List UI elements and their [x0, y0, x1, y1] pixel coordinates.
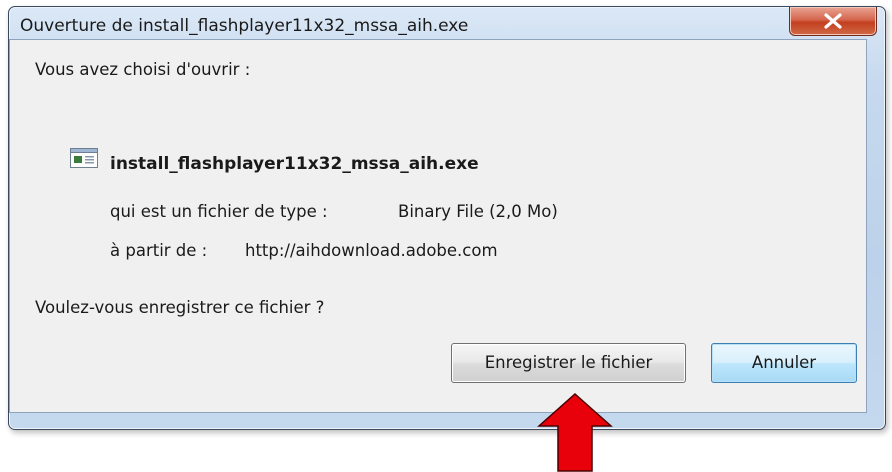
file-type-value: Binary File (2,0 Mo) [398, 202, 558, 221]
screenshot-canvas: Ouverture de install_flashplayer11x32_ms… [0, 0, 892, 472]
cancel-button[interactable]: Annuler [711, 343, 857, 383]
file-type-label: qui est un fichier de type : [110, 202, 328, 221]
source-label: à partir de : [110, 241, 208, 260]
red-arrow-icon [537, 392, 613, 472]
close-button[interactable] [789, 7, 877, 36]
source-url: http://aihdownload.adobe.com [245, 241, 498, 260]
window-title: Ouverture de install_flashplayer11x32_ms… [20, 16, 469, 36]
intro-text: Vous avez choisi d'ouvrir : [35, 60, 251, 79]
file-name: install_flashplayer11x32_mssa_aih.exe [110, 154, 479, 174]
save-file-button[interactable]: Enregistrer le fichier [451, 343, 686, 383]
executable-file-icon [70, 148, 98, 168]
title-bar[interactable]: Ouverture de install_flashplayer11x32_ms… [9, 7, 885, 43]
save-question: Voulez-vous enregistrer ce fichier ? [35, 298, 325, 317]
close-icon [824, 13, 842, 29]
